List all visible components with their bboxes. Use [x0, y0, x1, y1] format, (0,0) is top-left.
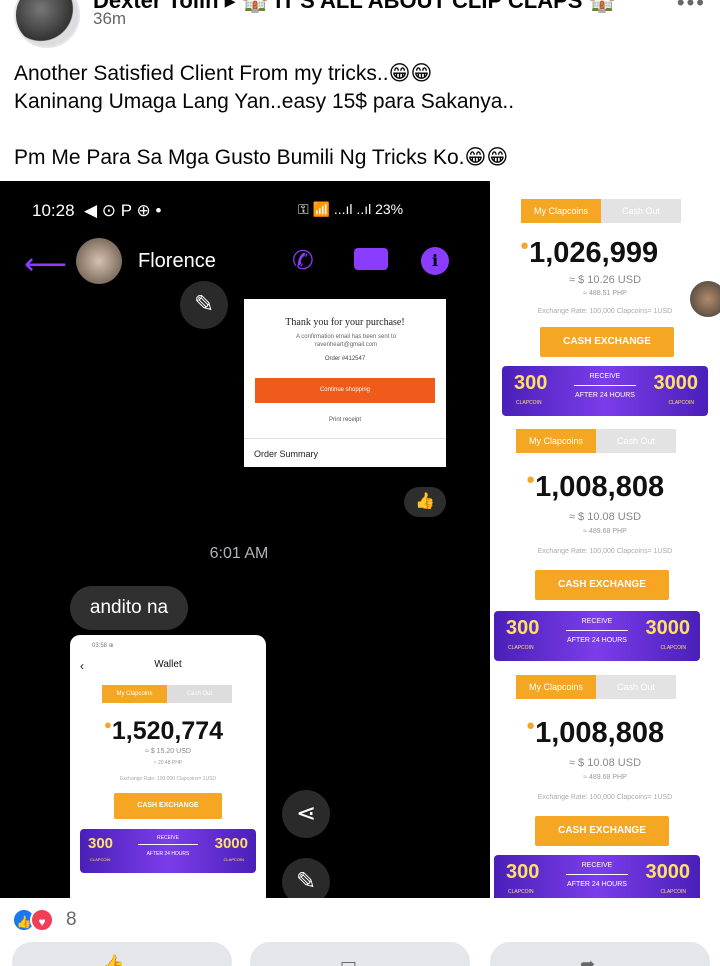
cash-exchange-button: CASH EXCHANGE [535, 816, 669, 846]
tab-cash-out: Cash Out [596, 675, 676, 699]
wallet-tabs: My Clapcoins Cash Out [516, 429, 688, 453]
like-button[interactable]: 👍 [12, 942, 232, 966]
receipt-summary: Order Summary [254, 449, 319, 459]
balance-usd: ≈ $ 10.26 USD [568, 274, 642, 286]
exchange-rate: Exchange Rate: 100,000 Clapcoins= 1USD [537, 308, 673, 315]
wallet-title: Wallet [154, 659, 182, 670]
phone-icon: ✆ [292, 245, 314, 275]
coin-icon: ● [104, 717, 112, 732]
wallet-card: My Clapcoins Cash Out ●1,026,999 ≈ $ 10.… [490, 181, 720, 427]
receipt-thanks: Thank you for your purchase! [285, 317, 405, 328]
balance-php: ≈ 20.48 PHP [153, 760, 183, 766]
wallet-balance: ●1,026,999 [520, 237, 659, 269]
share-icon: ⋖ [282, 790, 330, 838]
message-bubble: andito na [70, 586, 188, 630]
balance-php: ≈ 489.68 PHP [583, 774, 627, 781]
post-author[interactable]: Dexter Tolin ▸ 🏠 IT'S ALL ABOUT CLIP CLA… [93, 0, 616, 14]
post-caption: Another Satisfied Client From my tricks.… [14, 60, 704, 172]
chat-timestamp: 6:01 AM [209, 545, 269, 562]
tab-my-clapcoins: My Clapcoins [102, 685, 167, 703]
exchange-rate: Exchange Rate: 100,000 Clapcoins= 1USD [119, 776, 217, 782]
balance-php: ≈ 489.68 PHP [583, 528, 627, 535]
video-icon [354, 248, 388, 270]
cash-exchange-button: CASH EXCHANGE [114, 793, 222, 819]
receipt-confirmation: A confirmation email has been sent to ra… [295, 334, 397, 348]
caption-line: Pm Me Para Sa Mga Gusto Bumili Ng Tricks… [14, 146, 509, 169]
tab-cash-out: Cash Out [167, 685, 232, 703]
contact-name: Florence [138, 250, 216, 272]
promo-banner: 300 RECEIVE AFTER 24 HOURS 3000 CLAPCOIN… [494, 855, 700, 898]
cash-exchange-button: CASH EXCHANGE [540, 327, 674, 357]
back-arrow-icon: ⟵ [24, 248, 68, 281]
receipt-order: Order #412547 [324, 356, 366, 362]
caption-line: Kaninang Umaga Lang Yan..easy 15$ para S… [14, 90, 515, 113]
exchange-rate: Exchange Rate: 100,000 Clapcoins= 1USD [537, 548, 673, 555]
receipt-image: Thank you for your purchase! A confirmat… [244, 299, 446, 467]
balance-usd: ≈ $ 15.20 USD [145, 748, 191, 755]
edit-pencil-icon: ✎ [282, 858, 330, 898]
author-avatar[interactable] [14, 0, 80, 48]
tab-cash-out: Cash Out [601, 199, 681, 223]
cash-exchange-button: CASH EXCHANGE [535, 570, 669, 600]
promo-banner: 300 RECEIVE AFTER 24 HOURS 3000 CLAPCOIN… [80, 829, 256, 873]
comment-button[interactable]: ▭ [250, 942, 470, 966]
wallet-tabs: My Clapcoins Cash Out [516, 675, 688, 699]
floating-chat-head-avatar[interactable] [688, 279, 720, 319]
status-bar-right: ⚿ 📶 ...ıl ..ıl 23% [298, 201, 404, 217]
wallet-balance: ●1,520,774 [104, 717, 224, 745]
tab-cash-out: Cash Out [596, 429, 676, 453]
messenger-screenshot: 10:28 ◀ ⊙ P ⊕ • ⚿ 📶 ...ıl ..ıl 23% ⟵ Flo… [0, 181, 490, 898]
thumbs-up-icon: 👍 [102, 954, 125, 966]
comment-icon: ▭ [340, 954, 358, 966]
coin-icon: ● [526, 471, 536, 488]
tab-my-clapcoins: My Clapcoins [521, 199, 601, 223]
receipt-continue-button: Continue shopping [255, 378, 435, 403]
tab-my-clapcoins: My Clapcoins [516, 675, 596, 699]
reaction-count: 8 [66, 909, 77, 930]
wallet-card: My Clapcoins Cash Out ●1,008,808 ≈ $ 10.… [490, 411, 720, 661]
coin-icon: ● [526, 717, 536, 734]
status-bar: 03:58 ⊕ [92, 643, 114, 649]
promo-banner: 300 RECEIVE AFTER 24 HOURS 3000 CLAPCOIN… [502, 366, 708, 416]
info-icon: i [421, 247, 449, 275]
post-header: Dexter Tolin ▸ 🏠 IT'S ALL ABOUT CLIP CLA… [0, 0, 720, 48]
contact-avatar [76, 238, 122, 284]
post-photo[interactable]: 10:28 ◀ ⊙ P ⊕ • ⚿ 📶 ...ıl ..ıl 23% ⟵ Flo… [0, 181, 720, 898]
caption-line: Another Satisfied Client From my tricks.… [14, 62, 433, 85]
balance-usd: ≈ $ 10.08 USD [568, 511, 642, 523]
post-time[interactable]: 36m [93, 9, 126, 29]
exchange-rate: Exchange Rate: 100,000 Clapcoins= 1USD [537, 794, 673, 801]
coin-icon: ● [520, 237, 530, 254]
promo-banner: 300 RECEIVE AFTER 24 HOURS 3000 CLAPCOIN… [494, 611, 700, 661]
edit-pencil-icon: ✎ [180, 281, 228, 329]
wallet-screenshots-column: My Clapcoins Cash Out ●1,026,999 ≈ $ 10.… [490, 181, 720, 898]
status-bar: 10:28 ◀ ⊙ P ⊕ • [32, 201, 162, 220]
balance-usd: ≈ $ 10.08 USD [568, 757, 642, 769]
more-dots-icon[interactable]: ••• [677, 0, 706, 16]
balance-php: ≈ 488.51 PHP [583, 290, 627, 297]
post-actions: 👍 ▭ ➦ [0, 942, 720, 966]
wallet-card: My Clapcoins Cash Out ●1,008,808 ≈ $ 10.… [490, 657, 720, 898]
share-icon: ➦ [580, 954, 596, 966]
wallet-balance: ●1,008,808 [526, 471, 665, 503]
receipt-print: Print receipt [328, 417, 361, 423]
wallet-balance: ●1,008,808 [526, 717, 665, 749]
wallet-tabs: My Clapcoins Cash Out [521, 199, 681, 223]
love-icon: ♥ [30, 908, 54, 932]
tab-my-clapcoins: My Clapcoins [516, 429, 596, 453]
thumbs-up-icon: 👍 [404, 487, 446, 517]
share-button[interactable]: ➦ [490, 942, 710, 966]
wallet-screenshot: 03:58 ⊕ ‹ Wallet My Clapcoins Cash Out ●… [70, 635, 266, 898]
wallet-tabs: My Clapcoins Cash Out [102, 685, 232, 703]
